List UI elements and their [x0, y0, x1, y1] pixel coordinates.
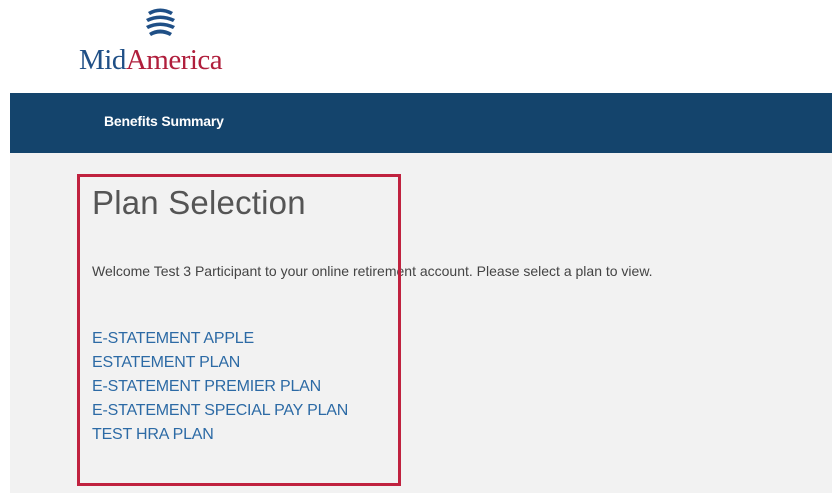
logo-text-mid: Mid	[79, 44, 126, 76]
logo-wordmark: MidAmerica	[79, 44, 223, 76]
plan-link-e-statement-special-pay[interactable]: E-STATEMENT SPECIAL PAY PLAN	[92, 402, 348, 419]
page: MidAmerica Benefits Summary Plan Selecti…	[0, 0, 832, 493]
plan-link-e-statement-premier[interactable]: E-STATEMENT PREMIER PLAN	[92, 378, 321, 395]
plan-list-item: E-STATEMENT APPLE	[92, 329, 348, 353]
globe-stripes-icon	[146, 8, 175, 36]
plan-list-item: E-STATEMENT PREMIER PLAN	[92, 377, 348, 401]
page-title: Plan Selection	[92, 184, 306, 221]
plan-link-test-hra[interactable]: TEST HRA PLAN	[92, 426, 214, 443]
header: MidAmerica	[0, 0, 832, 93]
main-navbar: Benefits Summary	[10, 93, 832, 153]
plan-link-estatement-plan[interactable]: ESTATEMENT PLAN	[92, 354, 240, 371]
torn-page-edge	[832, 0, 840, 493]
midamerica-logo[interactable]: MidAmerica	[79, 6, 249, 76]
plan-list-item: ESTATEMENT PLAN	[92, 353, 348, 377]
plan-link-e-statement-apple[interactable]: E-STATEMENT APPLE	[92, 330, 254, 347]
plan-list-item: TEST HRA PLAN	[92, 425, 348, 449]
logo-text-america: America	[125, 44, 223, 76]
welcome-message: Welcome Test 3 Participant to your onlin…	[92, 263, 653, 279]
nav-benefits-summary[interactable]: Benefits Summary	[104, 113, 224, 129]
plan-list: E-STATEMENT APPLE ESTATEMENT PLAN E-STAT…	[92, 329, 348, 449]
plan-list-item: E-STATEMENT SPECIAL PAY PLAN	[92, 401, 348, 425]
